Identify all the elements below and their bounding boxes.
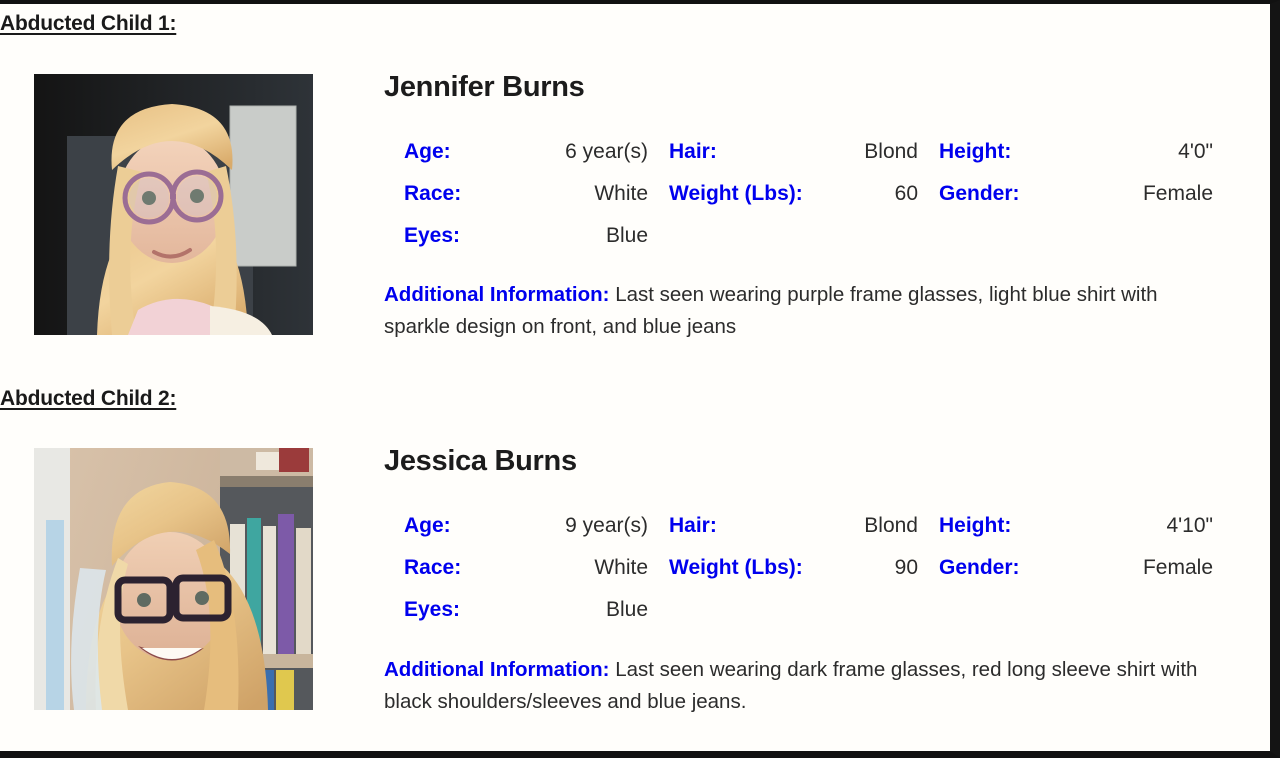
alert-page: Abducted Child 1: photo-of-jennifer-burn… xyxy=(0,0,1280,758)
table-row: Race: White Weight (Lbs): 60 Gender: Fem… xyxy=(383,173,1213,215)
race-value: White xyxy=(594,182,648,205)
weight-label: Weight (Lbs): xyxy=(669,556,803,579)
child-photo-2: photo-of-jessica-burns xyxy=(34,448,313,710)
child-name-1: Jennifer Burns xyxy=(384,71,585,103)
eyes-value: Blue xyxy=(605,598,648,621)
height-value: 4'10" xyxy=(1166,514,1213,537)
empty-value xyxy=(1068,589,1213,631)
table-row: Age: 6 year(s) Hair: Blond Height: 4'0" xyxy=(383,131,1213,173)
table-row: Eyes: Blue xyxy=(383,215,1213,257)
empty-value xyxy=(823,589,918,631)
eyes-label: Eyes: xyxy=(404,224,461,247)
height-label: Height: xyxy=(939,140,1012,163)
age-label: Age: xyxy=(404,140,451,163)
table-row: Race: White Weight (Lbs): 90 Gender: Fem… xyxy=(383,547,1213,589)
hair-value: Blond xyxy=(864,514,918,537)
age-label: Age: xyxy=(404,514,451,537)
eyes-label: Eyes: xyxy=(404,598,461,621)
child-details-2: Jessica Burns Age: 9 year(s) Hair: Blond… xyxy=(383,444,1213,718)
additional-information-1: Additional Information: Last seen wearin… xyxy=(383,279,1202,343)
child-details-1: Jennifer Burns Age: 6 year(s) Hair: Blon… xyxy=(383,70,1213,343)
section-heading-child-2: Abducted Child 2: xyxy=(0,387,177,410)
gender-value: Female xyxy=(1142,556,1213,579)
height-label: Height: xyxy=(939,514,1012,537)
gender-value: Female xyxy=(1142,182,1213,205)
child-attributes-table-1: Age: 6 year(s) Hair: Blond Height: 4'0" … xyxy=(383,131,1213,257)
child-photo-2-image xyxy=(34,448,313,710)
race-value: White xyxy=(594,556,648,579)
eyes-value: Blue xyxy=(605,224,648,247)
gender-label: Gender: xyxy=(939,182,1020,205)
page-content: Abducted Child 1: photo-of-jennifer-burn… xyxy=(0,4,1270,751)
table-row: Eyes: Blue xyxy=(383,589,1213,631)
empty-label xyxy=(648,589,823,631)
child-photo-1-image xyxy=(34,74,313,335)
weight-label: Weight (Lbs): xyxy=(669,182,803,205)
hair-label: Hair: xyxy=(669,140,717,163)
race-label: Race: xyxy=(404,556,462,579)
table-row: Age: 9 year(s) Hair: Blond Height: 4'10" xyxy=(383,505,1213,547)
child-attributes-table-2: Age: 9 year(s) Hair: Blond Height: 4'10"… xyxy=(383,505,1213,631)
additional-information-2: Additional Information: Last seen wearin… xyxy=(383,654,1202,718)
child-photo-1: photo-of-jennifer-burns xyxy=(34,74,313,335)
empty-value xyxy=(823,215,918,257)
empty-value xyxy=(1068,215,1213,257)
hair-label: Hair: xyxy=(669,514,717,537)
child-name-2: Jessica Burns xyxy=(384,445,577,477)
empty-label xyxy=(918,589,1068,631)
section-heading-child-1: Abducted Child 1: xyxy=(0,12,177,35)
weight-value: 90 xyxy=(894,556,918,579)
additional-information-label: Additional Information: xyxy=(384,658,610,681)
additional-information-label: Additional Information: xyxy=(384,283,610,306)
gender-label: Gender: xyxy=(939,556,1020,579)
height-value: 4'0" xyxy=(1178,140,1213,163)
race-label: Race: xyxy=(404,182,462,205)
hair-value: Blond xyxy=(864,140,918,163)
age-value: 6 year(s) xyxy=(565,140,648,163)
empty-label xyxy=(918,215,1068,257)
age-value: 9 year(s) xyxy=(565,514,648,537)
weight-value: 60 xyxy=(894,182,918,205)
empty-label xyxy=(648,215,823,257)
